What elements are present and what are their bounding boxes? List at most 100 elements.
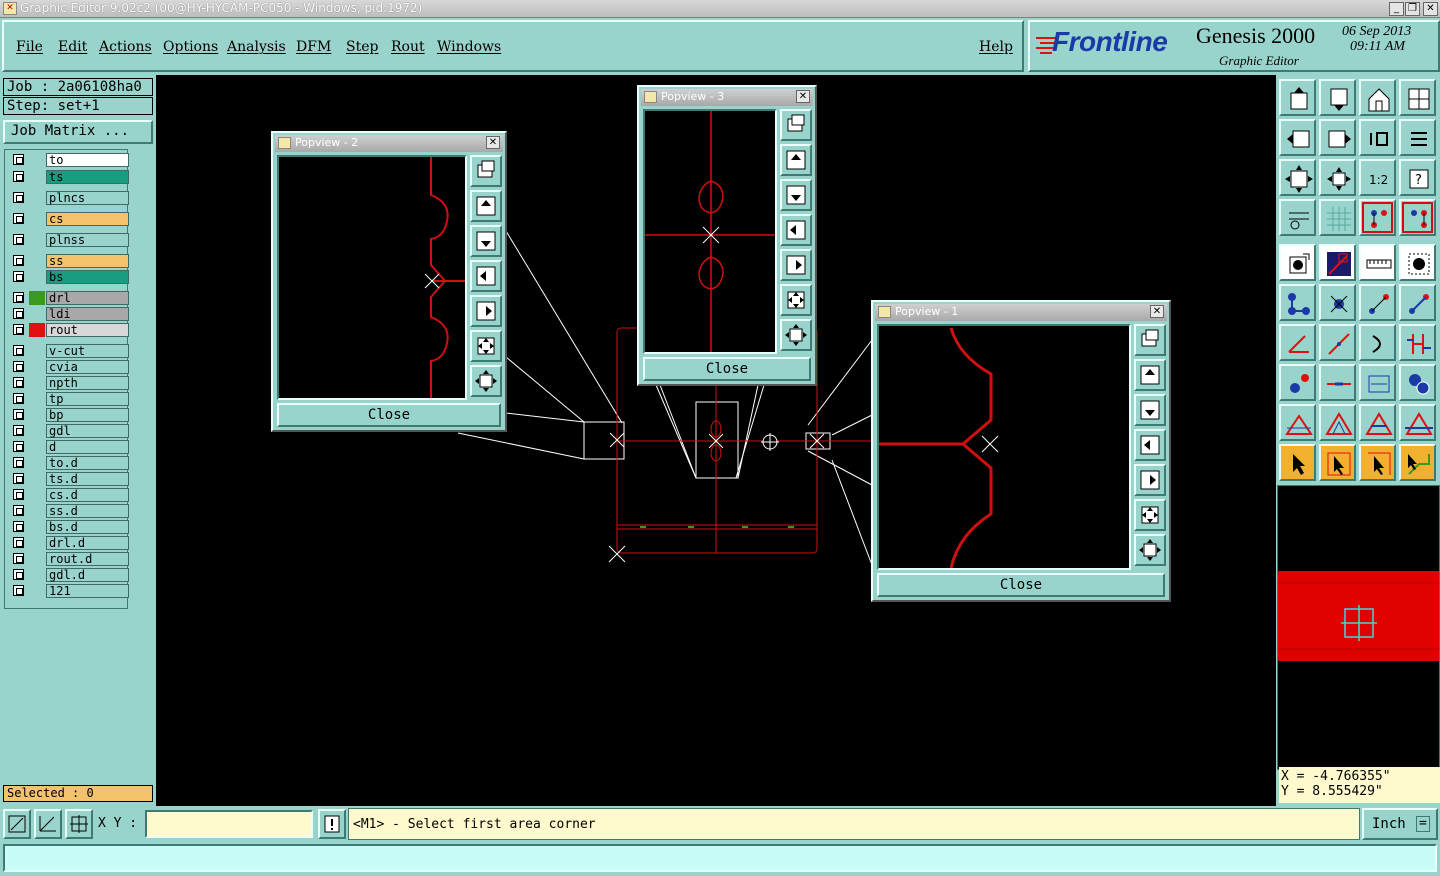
- split-line-button[interactable]: [1399, 324, 1436, 361]
- zoom-in-button[interactable]: [1319, 159, 1356, 196]
- close-window-button[interactable]: ✕: [1423, 2, 1438, 16]
- layer-name[interactable]: bs: [46, 270, 129, 284]
- home-view-button[interactable]: [1359, 79, 1396, 116]
- layer-checkbox[interactable]: [13, 585, 24, 596]
- popview-pan-down-button[interactable]: [1134, 394, 1166, 426]
- popview-1-view[interactable]: [877, 324, 1131, 570]
- layer-name[interactable]: d: [46, 440, 129, 454]
- minimize-button[interactable]: _: [1389, 2, 1404, 16]
- popview-2-view[interactable]: [277, 155, 467, 400]
- popview-zoom-in-button[interactable]: [470, 365, 502, 397]
- layer-name[interactable]: npth: [46, 376, 129, 390]
- layer-checkbox[interactable]: [13, 569, 24, 580]
- layer-checkbox[interactable]: [13, 171, 24, 182]
- popview-pan-up-button[interactable]: [780, 144, 812, 176]
- popview-zoom-out-button[interactable]: [780, 284, 812, 316]
- delete-node-button[interactable]: [1319, 284, 1356, 321]
- layer-name[interactable]: drl.d: [46, 536, 129, 550]
- copy-pad-button[interactable]: [1399, 364, 1436, 401]
- layer-name[interactable]: ss.d: [46, 504, 129, 518]
- layer-checkbox[interactable]: [13, 441, 24, 452]
- cut-line-button[interactable]: [1319, 364, 1356, 401]
- popview-2-titlebar[interactable]: Popview - 2 ✕: [275, 135, 503, 152]
- menu-dfm[interactable]: DFM: [296, 39, 331, 55]
- connect-nodes-button[interactable]: [1279, 284, 1316, 321]
- layer-row-tp[interactable]: tp: [9, 392, 129, 406]
- layer-checkbox[interactable]: [13, 505, 24, 516]
- layer-checkbox[interactable]: [13, 409, 24, 420]
- menu-actions[interactable]: Actions: [99, 39, 152, 55]
- layer-name[interactable]: ldi: [46, 307, 129, 321]
- layer-row-ss-d[interactable]: ss.d: [9, 504, 129, 518]
- popview-zoom-in-button[interactable]: [1134, 534, 1166, 566]
- triangle-medium-button[interactable]: [1319, 404, 1356, 441]
- popview-zoom-button[interactable]: [780, 109, 812, 141]
- add-via-button[interactable]: [1279, 364, 1316, 401]
- layer-name[interactable]: bp: [46, 408, 129, 422]
- popview-1-close-icon[interactable]: ✕: [1150, 305, 1164, 318]
- measure-distance-button[interactable]: [1359, 364, 1396, 401]
- window-titlebar[interactable]: ✕ Graphic Editor 9.02c2 (00@HY-HYCAM-PC0…: [0, 0, 1440, 18]
- layer-row-cs[interactable]: cs: [9, 212, 129, 226]
- layer-row-to-d[interactable]: to.d: [9, 456, 129, 470]
- layer-name[interactable]: drl: [46, 291, 129, 305]
- layer-checkbox[interactable]: [13, 234, 24, 245]
- move-node-button[interactable]: [1359, 284, 1396, 321]
- swap-button[interactable]: [1399, 119, 1436, 156]
- select-pointer-button[interactable]: [1279, 444, 1316, 481]
- select-net-button[interactable]: [1359, 444, 1396, 481]
- layer-row-to[interactable]: to: [9, 153, 129, 167]
- menu-options[interactable]: Options: [163, 39, 218, 55]
- layer-checkbox[interactable]: [13, 271, 24, 282]
- layer-name[interactable]: cs: [46, 212, 129, 226]
- add-ruler-button[interactable]: [1359, 244, 1396, 281]
- layer-checkbox[interactable]: [13, 255, 24, 266]
- layer-name[interactable]: plncs: [46, 191, 129, 205]
- layer-row-cs-d[interactable]: cs.d: [9, 488, 129, 502]
- layer-name[interactable]: ss: [46, 254, 129, 268]
- add-pad-button[interactable]: [1279, 244, 1316, 281]
- layer-row-v-cut[interactable]: v-cut: [9, 344, 129, 358]
- menu-file[interactable]: File: [16, 39, 43, 55]
- triangle-bridge-button[interactable]: [1399, 404, 1436, 441]
- zoom-area-button[interactable]: [3, 809, 31, 839]
- layer-checkbox[interactable]: [13, 489, 24, 500]
- popview-zoom-button[interactable]: [1134, 324, 1166, 356]
- layer-row-drl[interactable]: drl: [9, 291, 129, 305]
- popview-zoom-in-button[interactable]: [780, 319, 812, 351]
- layer-row-121[interactable]: 121: [9, 584, 129, 598]
- layer-row-bs-d[interactable]: bs.d: [9, 520, 129, 534]
- popview-3-close-button[interactable]: Close: [643, 357, 811, 381]
- layer-row-drl-d[interactable]: drl.d: [9, 536, 129, 550]
- layer-row-plnss[interactable]: plnss: [9, 233, 129, 247]
- popview-pan-left-button[interactable]: [470, 260, 502, 292]
- popview-2-close-icon[interactable]: ✕: [486, 136, 500, 149]
- popview-3-view[interactable]: [643, 109, 777, 354]
- grid-snap-button[interactable]: [65, 809, 93, 839]
- pan-right-button[interactable]: [1319, 119, 1356, 156]
- popview-zoom-out-button[interactable]: [470, 330, 502, 362]
- layer-name[interactable]: gdl.d: [46, 568, 129, 582]
- popview-pan-left-button[interactable]: [1134, 429, 1166, 461]
- restore-button[interactable]: ❐: [1405, 2, 1420, 16]
- layer-row-plncs[interactable]: plncs: [9, 191, 129, 205]
- layer-name[interactable]: ts.d: [46, 472, 129, 486]
- grid-button[interactable]: [1319, 199, 1356, 236]
- popview-2-window[interactable]: Popview - 2 ✕ Close: [271, 131, 507, 432]
- popview-zoom-out-button[interactable]: [1134, 499, 1166, 531]
- layer-row-ss[interactable]: ss: [9, 254, 129, 268]
- layer-name[interactable]: gdl: [46, 424, 129, 438]
- units-select[interactable]: Inch =: [1362, 808, 1438, 840]
- triangle-small-button[interactable]: [1279, 404, 1316, 441]
- menu-step[interactable]: Step: [346, 39, 378, 55]
- layer-name[interactable]: ts: [46, 170, 129, 184]
- popview-pan-right-button[interactable]: [470, 295, 502, 327]
- layer-name[interactable]: rout: [46, 323, 129, 337]
- arc-button[interactable]: [1359, 324, 1396, 361]
- zoom-out-button[interactable]: [1279, 159, 1316, 196]
- layer-color-swatch[interactable]: [29, 323, 45, 337]
- layer-checkbox[interactable]: [13, 324, 24, 335]
- angle-line-button[interactable]: [1279, 324, 1316, 361]
- layer-checkbox[interactable]: [13, 192, 24, 203]
- layer-name[interactable]: to.d: [46, 456, 129, 470]
